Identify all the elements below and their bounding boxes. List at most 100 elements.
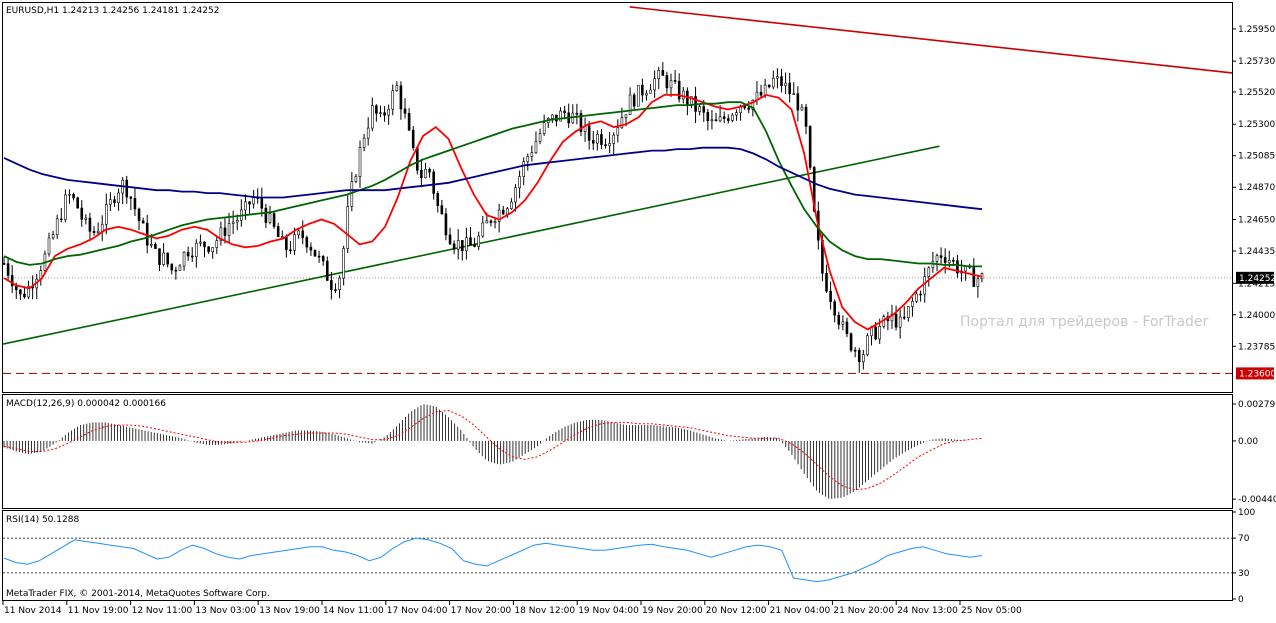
candle-bear [158, 248, 161, 265]
candle-bull [976, 278, 980, 287]
candle-bear [166, 252, 169, 265]
candle-bull [252, 197, 255, 205]
candle-bull [538, 133, 542, 142]
candle-bear [309, 246, 313, 251]
candle-bull [379, 112, 382, 115]
candle-bear [473, 244, 476, 247]
candle-bull [84, 217, 88, 220]
time-tick-label: 14 Nov 11:00 [323, 606, 384, 616]
candle-bear [555, 114, 558, 122]
candle-bull [195, 242, 198, 258]
candle-bull [911, 301, 914, 307]
candle-bull [150, 243, 153, 246]
candle-bull [718, 116, 722, 122]
candle-bull [518, 176, 521, 189]
candle-bull [510, 201, 513, 209]
candle-bull [947, 259, 951, 263]
candle-bear [14, 285, 18, 291]
candle-bull [493, 221, 497, 223]
candle-bull [534, 141, 538, 154]
candle-bear [272, 213, 276, 227]
candle-bear [6, 263, 10, 276]
candle-bear [857, 350, 861, 363]
candle-bull [370, 105, 374, 129]
candle-bear [702, 106, 706, 113]
candle-bull [735, 112, 738, 116]
candle-bear [767, 84, 771, 88]
price-tick-label: 1.25730 [1238, 57, 1275, 67]
candle-bear [939, 255, 943, 258]
candle-bull [162, 252, 165, 265]
candle-bear [174, 269, 178, 272]
candle-bear [248, 201, 251, 205]
candle-bull [616, 127, 620, 136]
candle-bull [792, 93, 796, 95]
candle-bear [285, 236, 288, 251]
candle-bull [55, 218, 59, 236]
candle-bear [591, 140, 595, 144]
price-tick-label: 1.23785 [1238, 342, 1275, 352]
candle-bull [514, 187, 517, 203]
candle-bear [849, 333, 853, 351]
candle-bull [542, 122, 546, 134]
rsi-header: RSI(14) 50.1288 [6, 515, 79, 525]
rsi-panel-frame [2, 510, 1233, 601]
candle-bear [59, 218, 63, 221]
candle-bear [170, 263, 174, 271]
trading-chart[interactable]: 1.25950 1.25730 1.25520 1.25300 1.25085 1.248… [0, 0, 1276, 619]
candle-bull [64, 194, 67, 220]
moving-averages [3, 93, 983, 331]
candle-bear [330, 280, 333, 290]
support-price-label: 1.23600 [1239, 369, 1276, 379]
rsi-tick-label: 0 [1238, 595, 1244, 605]
candle-bull [358, 147, 362, 177]
candle-bear [726, 118, 730, 121]
price-tick-label: 1.24650 [1238, 215, 1275, 225]
candle-bear [448, 234, 452, 245]
candle-bear [190, 255, 194, 258]
candle-bear [133, 198, 137, 210]
candle-bull [346, 206, 350, 249]
candle-bear [403, 108, 407, 114]
time-tick-label: 13 Nov 19:00 [259, 606, 320, 616]
chart-canvas[interactable]: 1.25950 1.25730 1.25520 1.25300 1.25085 1.248… [0, 0, 1276, 619]
candle-bull [354, 176, 358, 182]
candle-bear [383, 112, 386, 116]
candle-bull [731, 114, 734, 121]
candle-bull [109, 199, 112, 205]
candle-bear [137, 208, 141, 222]
candle-bear [203, 241, 206, 248]
macd-tick-label: 0.002796 [1238, 400, 1276, 410]
candle-bull [268, 213, 272, 223]
candle-bear [796, 93, 800, 111]
candle-bear [113, 199, 116, 203]
price-tick-label: 1.24435 [1238, 247, 1275, 257]
candle-bear [321, 256, 325, 262]
candle-bear [19, 289, 22, 295]
candle-bear [444, 213, 448, 236]
candle-bull [366, 127, 370, 139]
candle-bear [334, 289, 337, 291]
candle-bear [92, 231, 96, 233]
price-axis: 1.25950 1.25730 1.25520 1.25300 1.25085 1.248… [1232, 25, 1275, 352]
candle-bear [706, 111, 710, 122]
candle-bear [186, 251, 190, 257]
candle-bull [338, 277, 341, 290]
candle-bull [681, 90, 685, 100]
candle-bear [461, 240, 464, 252]
time-tick-label: 20 Nov 12:00 [706, 606, 767, 616]
candle-bull [649, 89, 652, 94]
candle-bull [456, 240, 460, 250]
macd-header: MACD(12,26,9) 0.000042 0.000166 [6, 399, 166, 409]
candle-bear [420, 169, 423, 179]
candle-bear [452, 243, 456, 250]
price-tick-label: 1.25520 [1238, 88, 1275, 98]
candle-bear [289, 249, 292, 252]
candle-bear [604, 144, 607, 147]
time-tick-label: 18 Nov 12:00 [514, 606, 575, 616]
candle-bull [215, 240, 219, 248]
candle-bull [551, 114, 554, 119]
candle-bull [776, 76, 779, 79]
rsi-tick-label: 70 [1238, 534, 1250, 544]
candle-bear [305, 237, 309, 248]
